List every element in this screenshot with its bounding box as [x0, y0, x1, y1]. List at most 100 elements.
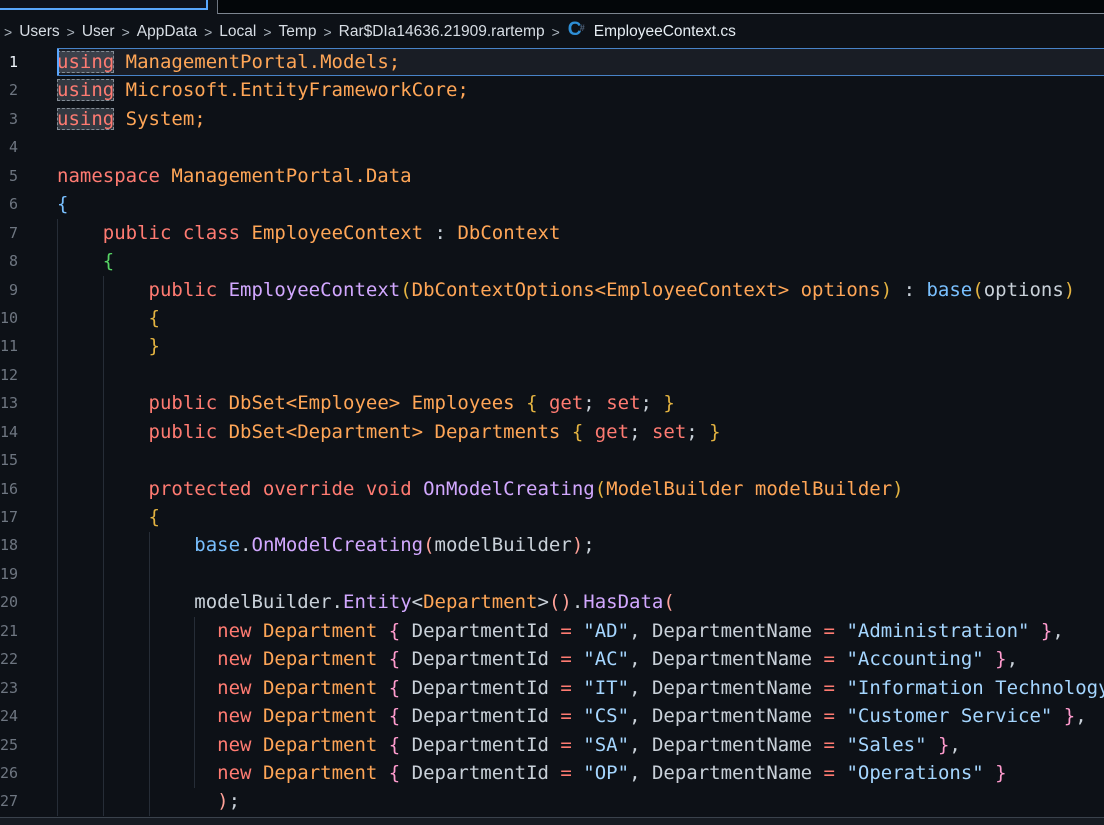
token: Department — [263, 620, 377, 642]
breadcrumb-item-rar-dia14636-21909-rartemp[interactable]: Rar$DIa14636.21909.rartemp — [339, 23, 545, 41]
code-line-23[interactable]: 23 new Department { DepartmentId = "IT",… — [0, 674, 1104, 702]
breadcrumb-item-local[interactable]: Local — [219, 23, 256, 41]
token — [57, 534, 194, 556]
line-number: 9 — [0, 276, 18, 304]
chevron-right-icon: > — [316, 24, 338, 40]
token — [217, 421, 228, 443]
token: , — [1075, 705, 1086, 727]
token: Department — [263, 705, 377, 727]
token: public — [149, 279, 218, 301]
token: Entity — [343, 591, 412, 613]
token — [354, 478, 365, 500]
code-line-24[interactable]: 24 new Department { DepartmentId = "CS",… — [0, 702, 1104, 730]
token: ) — [1064, 279, 1075, 301]
code-line-6[interactable]: 6{ — [0, 190, 1104, 218]
breadcrumb-item-appdata[interactable]: AppData — [137, 23, 197, 41]
breadcrumb-item-temp[interactable]: Temp — [279, 23, 317, 41]
token — [515, 392, 526, 414]
code-line-8[interactable]: 8 { — [0, 247, 1104, 275]
token: } — [995, 648, 1006, 670]
code-line-22[interactable]: 22 new Department { DepartmentId = "AC",… — [0, 645, 1104, 673]
code-line-13[interactable]: 13 public DbSet<Employee> Employees { ge… — [0, 389, 1104, 417]
token: , DepartmentName — [629, 677, 823, 699]
code-line-10[interactable]: 10 { — [0, 304, 1104, 332]
token — [835, 677, 846, 699]
code-text: using Microsoft.EntityFrameworkCore; — [57, 76, 469, 104]
token: } — [663, 392, 674, 414]
code-line-5[interactable]: 5namespace ManagementPortal.Data — [0, 162, 1104, 190]
token: DbSet<Employee> — [229, 392, 401, 414]
code-line-7[interactable]: 7 public class EmployeeContext : DbConte… — [0, 219, 1104, 247]
code-line-1[interactable]: 1using ManagementPortal.Models; — [0, 48, 1104, 76]
line-number: 16 — [0, 475, 18, 503]
token: { — [149, 307, 160, 329]
token: DepartmentId — [400, 762, 560, 784]
token: DepartmentId — [400, 734, 560, 756]
code-line-21[interactable]: 21 new Department { DepartmentId = "AD",… — [0, 617, 1104, 645]
code-line-15[interactable]: 15 — [0, 446, 1104, 474]
token: } — [938, 734, 949, 756]
token — [57, 421, 149, 443]
code-line-19[interactable]: 19 — [0, 560, 1104, 588]
code-line-4[interactable]: 4 — [0, 133, 1104, 161]
code-line-3[interactable]: 3using System; — [0, 105, 1104, 133]
code-line-26[interactable]: 26 new Department { DepartmentId = "OP",… — [0, 759, 1104, 787]
code-line-14[interactable]: 14 public DbSet<Department> Departments … — [0, 418, 1104, 446]
token: { — [389, 734, 400, 756]
code-line-25[interactable]: 25 new Department { DepartmentId = "SA",… — [0, 731, 1104, 759]
token — [57, 620, 217, 642]
token: "Accounting" — [846, 648, 983, 670]
token: } — [995, 762, 1006, 784]
code-text: new Department { DepartmentId = "CS", De… — [57, 702, 1087, 730]
token — [572, 762, 583, 784]
token: Department — [263, 762, 377, 784]
token — [377, 734, 388, 756]
token: DepartmentId — [400, 705, 560, 727]
token: ManagementPortal.Data — [171, 165, 411, 187]
token: "Customer Service" — [846, 705, 1052, 727]
code-line-27[interactable]: 27 ); — [0, 787, 1104, 815]
token: { — [57, 193, 68, 215]
token — [57, 506, 149, 528]
code-line-12[interactable]: 12 — [0, 361, 1104, 389]
token: = — [824, 648, 835, 670]
token: , — [1007, 648, 1018, 670]
code-line-20[interactable]: 20 modelBuilder.Entity<Department>().Has… — [0, 588, 1104, 616]
token: Departments — [435, 421, 561, 443]
code-text: public EmployeeContext(DbContextOptions<… — [57, 276, 1075, 304]
code-line-9[interactable]: 9 public EmployeeContext(DbContextOption… — [0, 276, 1104, 304]
token: = — [824, 762, 835, 784]
code-text: public DbSet<Department> Departments { g… — [57, 418, 721, 446]
token — [57, 705, 217, 727]
token — [984, 762, 995, 784]
code-line-18[interactable]: 18 base.OnModelCreating(modelBuilder); — [0, 531, 1104, 559]
token: modelBuilder. — [194, 591, 343, 613]
token — [984, 648, 995, 670]
code-line-11[interactable]: 11 } — [0, 332, 1104, 360]
chevron-right-icon: > — [115, 24, 137, 40]
active-tab-focus-outline[interactable] — [0, 0, 208, 10]
token — [377, 762, 388, 784]
editor-group-edge — [217, 0, 1104, 14]
code-text: using System; — [57, 105, 206, 133]
token — [57, 478, 149, 500]
breadcrumb-item-user[interactable]: User — [82, 23, 115, 41]
token — [835, 762, 846, 784]
code-line-17[interactable]: 17 { — [0, 503, 1104, 531]
breadcrumb-item-users[interactable]: Users — [19, 23, 59, 41]
token — [835, 648, 846, 670]
token: ) — [881, 279, 892, 301]
token: "IT" — [583, 677, 629, 699]
code-editor[interactable]: 1using ManagementPortal.Models;2using Mi… — [0, 48, 1104, 816]
breadcrumb-file-name[interactable]: EmployeeContext.cs — [594, 23, 736, 41]
code-line-16[interactable]: 16 protected override void OnModelCreati… — [0, 475, 1104, 503]
chevron-right-icon: > — [197, 24, 219, 40]
code-text: new Department { DepartmentId = "AD", De… — [57, 617, 1064, 645]
code-line-2[interactable]: 2using Microsoft.EntityFrameworkCore; — [0, 76, 1104, 104]
line-number: 27 — [0, 787, 18, 815]
token: EmployeeContext — [252, 222, 424, 244]
token — [160, 165, 171, 187]
token: DepartmentId — [400, 620, 560, 642]
token — [240, 222, 251, 244]
token: DbContext — [457, 222, 560, 244]
